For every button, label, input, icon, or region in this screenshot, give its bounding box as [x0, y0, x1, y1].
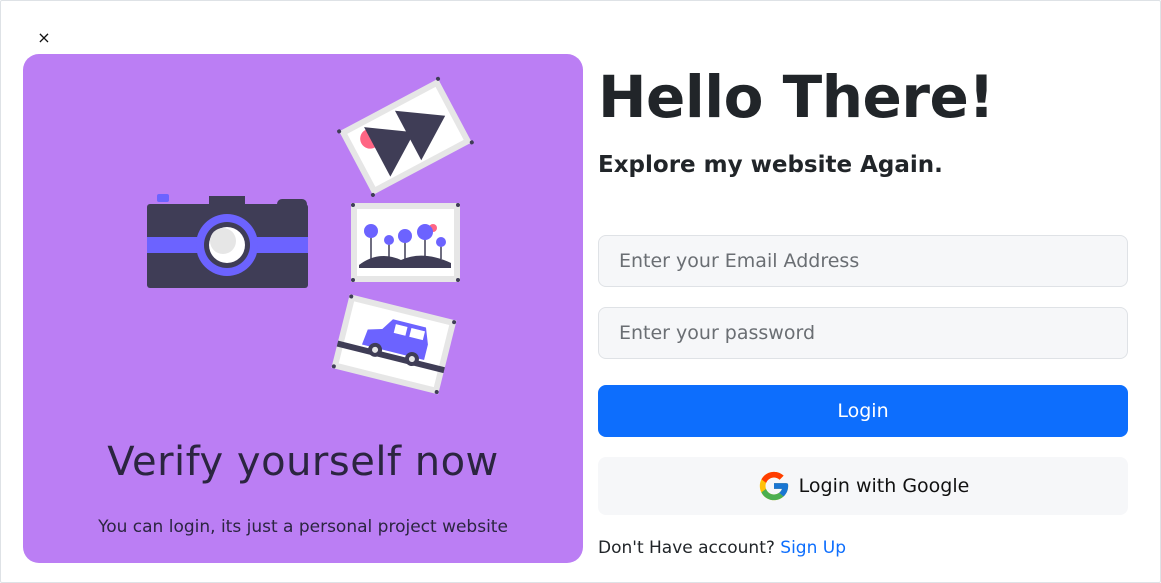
- google-login-label: Login with Google: [798, 475, 970, 497]
- play-photo-icon: [337, 76, 474, 197]
- promo-panel: Verify yourself now You can login, its j…: [23, 54, 583, 563]
- email-field[interactable]: [598, 235, 1128, 287]
- google-login-button[interactable]: Login with Google: [598, 457, 1128, 515]
- page-subtitle: Explore my website Again.: [598, 152, 943, 178]
- google-icon: [759, 471, 788, 501]
- promo-subtitle: You can login, its just a personal proje…: [98, 517, 508, 537]
- landscape-photo-icon: [351, 203, 460, 282]
- camera-icon: [147, 194, 308, 288]
- promo-title: Verify yourself now: [107, 439, 499, 485]
- login-button[interactable]: Login: [598, 385, 1128, 437]
- signup-prompt: Don't Have account? Sign Up: [598, 538, 846, 558]
- signup-prompt-text: Don't Have account?: [598, 538, 775, 558]
- camera-photos-illustration: [147, 76, 474, 395]
- page-title: Hello There!: [598, 63, 995, 131]
- close-icon[interactable]: ×: [34, 27, 54, 49]
- car-photo-icon: [331, 294, 457, 395]
- signup-link[interactable]: Sign Up: [780, 538, 846, 558]
- login-dialog: × Verify yourself now You can login, its…: [0, 0, 1161, 583]
- password-field[interactable]: [598, 307, 1128, 359]
